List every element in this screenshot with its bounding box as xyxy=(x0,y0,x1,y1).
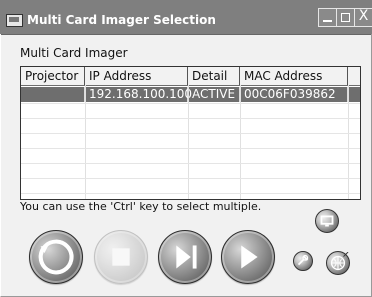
projector-cell xyxy=(21,87,85,102)
mac-address-cell: 00C06F039862 xyxy=(240,87,348,102)
settings-button[interactable] xyxy=(293,251,313,271)
title-bar: Multi Card Imager Selection X xyxy=(0,0,372,35)
app-icon xyxy=(6,14,23,27)
play-icon xyxy=(241,245,258,269)
step-forward-button[interactable] xyxy=(158,230,212,284)
column-ip-address[interactable]: IP Address xyxy=(85,67,188,85)
row-divider xyxy=(21,193,360,194)
table-row[interactable]: 192.168.100.100 ACTIVE 00C06F039862 xyxy=(21,87,360,102)
maximize-button[interactable] xyxy=(336,8,355,27)
row-divider xyxy=(21,148,360,149)
column-mac-address[interactable]: MAC Address xyxy=(240,67,348,85)
group-label: Multi Card Imager xyxy=(20,46,128,60)
monitor-button[interactable] xyxy=(315,209,339,233)
row-divider xyxy=(21,133,360,134)
row-divider xyxy=(21,103,360,104)
row-divider xyxy=(21,178,360,179)
minimize-button[interactable] xyxy=(318,8,337,27)
list-header: Projector IP Address Detail MAC Address xyxy=(21,67,360,86)
close-button[interactable]: X xyxy=(354,8,372,27)
column-projector[interactable]: Projector xyxy=(21,67,85,85)
row-divider xyxy=(21,118,360,119)
step-forward-icon xyxy=(176,245,197,269)
multi-card-imager-window: Multi Card Imager Selection X Multi Card… xyxy=(0,0,372,297)
monitor-icon xyxy=(320,215,334,227)
globe-icon xyxy=(330,252,349,271)
window-title: Multi Card Imager Selection xyxy=(27,13,216,27)
row-divider xyxy=(21,163,360,164)
play-button[interactable] xyxy=(221,230,275,284)
refresh-button[interactable] xyxy=(29,230,83,284)
column-detail[interactable]: Detail xyxy=(188,67,240,85)
stop-icon xyxy=(112,248,130,266)
selection-hint: You can use the 'Ctrl' key to select mul… xyxy=(20,200,262,213)
imager-list[interactable]: Projector IP Address Detail MAC Address … xyxy=(20,66,361,200)
wrench-icon xyxy=(297,254,309,266)
stop-button[interactable] xyxy=(94,230,148,284)
refresh-icon xyxy=(38,239,74,275)
help-button[interactable] xyxy=(326,251,350,275)
detail-cell: ACTIVE xyxy=(188,87,240,102)
ip-address-cell: 192.168.100.100 xyxy=(85,87,192,102)
